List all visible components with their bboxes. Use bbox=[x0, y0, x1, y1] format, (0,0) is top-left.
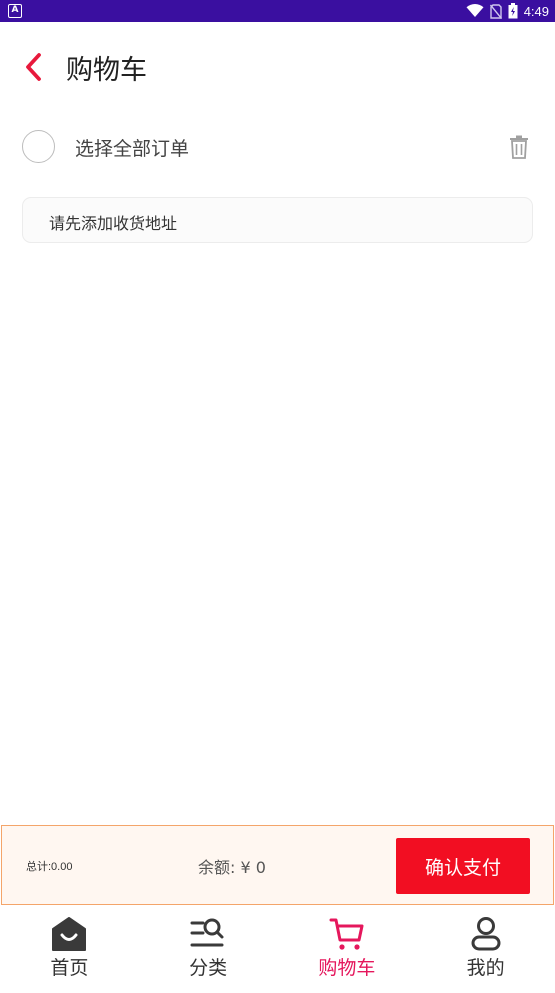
wifi-icon bbox=[466, 4, 484, 17]
no-sim-icon bbox=[489, 3, 502, 19]
clock: 4:49 bbox=[523, 3, 549, 19]
add-address-card[interactable]: 请先添加收货地址 bbox=[22, 197, 533, 243]
chevron-left-icon bbox=[26, 53, 41, 81]
confirm-pay-button[interactable]: 确认支付 bbox=[396, 838, 530, 894]
cart-icon bbox=[329, 918, 364, 950]
page-header: 购物车 bbox=[0, 22, 555, 110]
select-all-label[interactable]: 选择全部订单 bbox=[75, 134, 189, 161]
home-icon bbox=[52, 917, 87, 951]
battery-icon bbox=[508, 3, 518, 19]
nav-label-cart: 购物车 bbox=[318, 957, 376, 979]
select-all-checkbox[interactable] bbox=[22, 130, 55, 163]
checkout-bar: 总计:0.00 余额: ¥ 0 确认支付 bbox=[1, 825, 554, 905]
status-bar: A 4:49 bbox=[0, 0, 555, 22]
nav-label-profile: 我的 bbox=[466, 957, 505, 979]
user-icon bbox=[471, 917, 501, 951]
nav-item-category[interactable]: 分类 bbox=[139, 906, 278, 993]
nav-item-home[interactable]: 首页 bbox=[0, 906, 139, 993]
category-search-icon bbox=[190, 918, 224, 947]
total-amount: 总计:0.00 bbox=[26, 861, 73, 873]
nav-item-cart[interactable]: 购物车 bbox=[278, 906, 417, 993]
add-address-prompt: 请先添加收货地址 bbox=[49, 214, 178, 233]
nav-label-home: 首页 bbox=[50, 957, 89, 979]
nav-label-category: 分类 bbox=[189, 957, 228, 979]
balance-amount: 余额: ¥ 0 bbox=[198, 858, 266, 877]
bottom-nav: 首页 分类 购物车 我的 bbox=[0, 906, 555, 993]
trash-icon bbox=[510, 135, 528, 159]
delete-button[interactable] bbox=[509, 135, 529, 159]
back-button[interactable] bbox=[18, 50, 48, 84]
select-all-row: 选择全部订单 bbox=[0, 122, 555, 172]
status-icons: 4:49 bbox=[466, 2, 549, 20]
nav-item-profile[interactable]: 我的 bbox=[416, 906, 555, 993]
page-title: 购物车 bbox=[66, 55, 147, 86]
app-notification-icon: A bbox=[8, 4, 22, 18]
